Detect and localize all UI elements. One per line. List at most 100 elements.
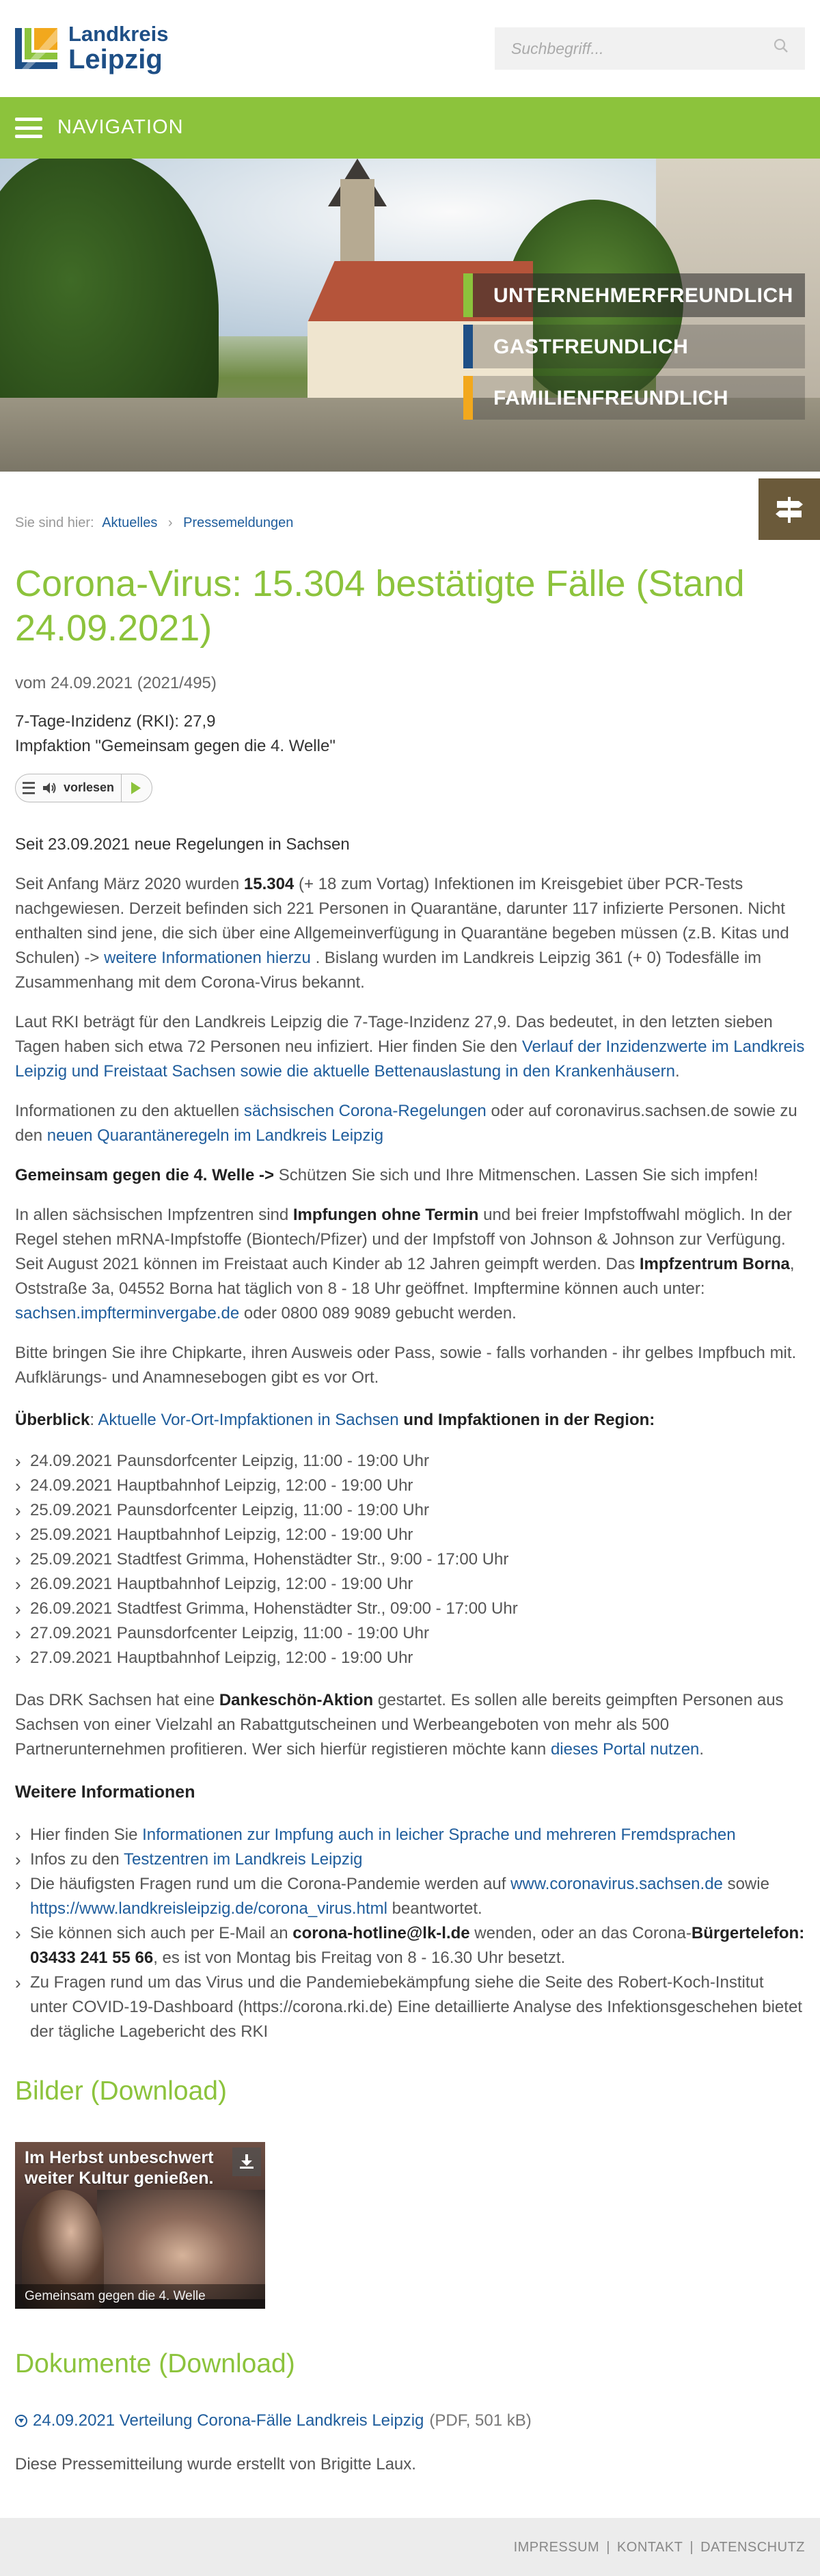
link-leichte-sprache[interactable]: Informationen zur Impfung auch in leiche… bbox=[142, 1826, 735, 1844]
i4-text-a: Sie können sich auch per E-Mail an bbox=[30, 1924, 293, 1943]
link-portal[interactable]: dieses Portal nutzen bbox=[551, 1740, 699, 1759]
download-icon[interactable] bbox=[232, 2147, 261, 2176]
navigation-bar[interactable]: NAVIGATION bbox=[0, 97, 820, 159]
i4-text-c: wenden, oder an das Corona- bbox=[469, 1924, 692, 1943]
link-quarantaeneregeln[interactable]: neuen Quarantäneregeln im Landkreis Leip… bbox=[47, 1126, 383, 1145]
impfaktionen-list: 24.09.2021 Paunsdorfcenter Leipzig, 11:0… bbox=[15, 1448, 805, 1672]
page-title: Corona-Virus: 15.304 bestätigte Fälle (S… bbox=[15, 563, 745, 649]
regeln-notice: Seit 23.09.2021 neue Regelungen in Sachs… bbox=[15, 835, 350, 854]
i3-text-c: beantwortet. bbox=[387, 1899, 482, 1919]
list-item: Die häufigsten Fragen rund um die Corona… bbox=[15, 1871, 805, 1921]
p5-bold-ohne-termin: Impfungen ohne Termin bbox=[292, 1205, 479, 1224]
footer-link-datenschutz[interactable]: DATENSCHUTZ bbox=[700, 2537, 805, 2558]
p7-colon: : bbox=[90, 1410, 98, 1429]
link-impfterminvergabe[interactable]: sachsen.impfterminvergabe.de bbox=[15, 1304, 239, 1323]
logo-wordmark: Landkreis Leipzig bbox=[68, 23, 168, 74]
breadcrumb-prefix: Sie sind hier: bbox=[15, 515, 94, 530]
paragraph-ueberblick: Überblick: Aktuelle Vor-Ort-Impfaktionen… bbox=[15, 1408, 805, 1433]
i3-text-b: sowie bbox=[722, 1875, 769, 1894]
paragraph-4-welle: Gemeinsam gegen die 4. Welle -> Schützen… bbox=[15, 1163, 805, 1188]
player-divider bbox=[121, 773, 122, 802]
main-content: Sie sind hier: Aktuelles › Pressemeldung… bbox=[0, 513, 820, 2477]
paragraph-regelungen: Informationen zu den aktuellen sächsisch… bbox=[15, 1099, 805, 1148]
lead-incidence: 7-Tage-Inzidenz (RKI): 27,9 bbox=[15, 711, 216, 731]
p5-text-a: In allen sächsischen Impfzentren sind bbox=[15, 1205, 293, 1224]
logo-line-1: Landkreis bbox=[68, 21, 169, 46]
site-header: Landkreis Leipzig bbox=[0, 0, 820, 97]
breadcrumb-link-aktuelles[interactable]: Aktuelles bbox=[102, 515, 157, 530]
link-landkreis-corona[interactable]: https://www.landkreisleipzig.de/corona_v… bbox=[30, 1899, 387, 1918]
list-item: 26.09.2021 Hauptbahnhof Leipzig, 12:00 -… bbox=[15, 1571, 805, 1598]
player-menu-icon[interactable] bbox=[23, 781, 35, 794]
hamburger-menu-icon[interactable] bbox=[15, 118, 42, 138]
logo-line-2: Leipzig bbox=[68, 44, 163, 75]
dokumente-heading: Dokumente (Download) bbox=[15, 2348, 295, 2378]
list-item: 25.09.2021 Paunsdorfcenter Leipzig, 11:0… bbox=[15, 1497, 805, 1524]
link-vor-ort-impfaktionen[interactable]: Aktuelle Vor-Ort-Impfaktionen in Sachsen bbox=[98, 1411, 398, 1429]
list-item: 27.09.2021 Hauptbahnhof Leipzig, 12:00 -… bbox=[15, 1645, 805, 1672]
download-image-card[interactable]: Im Herbst unbeschwert weiter Kultur geni… bbox=[15, 2141, 265, 2309]
list-item: 25.09.2021 Hauptbahnhof Leipzig, 12:00 -… bbox=[15, 1522, 805, 1549]
slogan-gastfreundlich[interactable]: GASTFREUNDLICH bbox=[463, 325, 805, 368]
hotline-email: corona-hotline@lk-l.de bbox=[292, 1924, 470, 1943]
logo-mark-icon bbox=[15, 24, 64, 73]
p8-text-d: . bbox=[699, 1739, 705, 1759]
link-weitere-informationen[interactable]: weitere Informationen hierzu bbox=[104, 949, 311, 967]
image-audience bbox=[97, 2189, 265, 2299]
i2-text: Infos zu den bbox=[30, 1850, 124, 1869]
breadcrumb-link-pressemeldungen[interactable]: Pressemeldungen bbox=[183, 515, 293, 530]
download-circle-icon[interactable] bbox=[15, 2415, 27, 2428]
navigation-label[interactable]: NAVIGATION bbox=[57, 113, 184, 143]
p3-text-a: Informationen zu den aktuellen bbox=[15, 1101, 244, 1120]
paragraph-inzidenz: Laut RKI beträgt für den Landkreis Leipz… bbox=[15, 1010, 805, 1084]
link-testzentren[interactable]: Testzentren im Landkreis Leipzig bbox=[124, 1850, 363, 1869]
link-coronavirus-sachsen[interactable]: www.coronavirus.sachsen.de bbox=[510, 1875, 723, 1893]
footer-separator: | bbox=[689, 2539, 694, 2555]
breadcrumb-separator: › bbox=[167, 515, 173, 530]
list-item: 25.09.2021 Stadtfest Grimma, Hohenstädte… bbox=[15, 1547, 805, 1573]
p5-text-f: oder 0800 089 9089 gebucht werden. bbox=[239, 1303, 517, 1323]
p7-bold: Überblick bbox=[15, 1410, 90, 1429]
footer-separator: | bbox=[606, 2539, 610, 2555]
i3-text-a: Die häufigsten Fragen rund um die Corona… bbox=[30, 1875, 511, 1894]
paragraph-chipkarte: Bitte bringen Sie ihre Chipkarte, ihren … bbox=[15, 1343, 797, 1387]
breadcrumb: Sie sind hier: Aktuelles › Pressemeldung… bbox=[15, 513, 805, 533]
footer-link-kontakt[interactable]: KONTAKT bbox=[617, 2537, 683, 2558]
site-logo[interactable]: Landkreis Leipzig bbox=[15, 23, 168, 74]
list-item: 24.09.2021 Paunsdorfcenter Leipzig, 11:0… bbox=[15, 1448, 805, 1475]
player-label[interactable]: vorlesen bbox=[64, 778, 114, 797]
lead-campaign: Impfaktion "Gemeinsam gegen die 4. Welle… bbox=[15, 736, 336, 755]
weitere-informationen-list: Hier finden Sie Informationen zur Impfun… bbox=[15, 1822, 805, 2044]
slogan-unternehmerfreundlich[interactable]: UNTERNEHMERFREUNDLICH bbox=[463, 273, 805, 317]
p7-bold-tail: und Impfaktionen in der Region: bbox=[398, 1410, 655, 1429]
document-meta: (PDF, 501 kB) bbox=[429, 2411, 532, 2430]
hero-banner: UNTERNEHMERFREUNDLICH GASTFREUNDLICH FAM… bbox=[0, 159, 820, 472]
document-download: 24.09.2021 Verteilung Corona-Fälle Landk… bbox=[15, 2409, 805, 2433]
p8-bold: Dankeschön-Aktion bbox=[219, 1690, 374, 1709]
p4-text: Schützen Sie sich und Ihre Mitmenschen. … bbox=[274, 1165, 758, 1184]
bilder-heading: Bilder (Download) bbox=[15, 2076, 227, 2106]
paragraph-impfzentren: In allen sächsischen Impfzentren sind Im… bbox=[15, 1203, 805, 1326]
weitere-informationen-heading: Weitere Informationen bbox=[15, 1782, 195, 1802]
list-item: Zu Fragen rund um das Virus und die Pand… bbox=[15, 1970, 805, 2044]
footer-link-impressum[interactable]: IMPRESSUM bbox=[514, 2537, 600, 2558]
site-footer: IMPRESSUM | KONTAKT | DATENSCHUTZ bbox=[0, 2518, 820, 2576]
search-input[interactable] bbox=[511, 39, 757, 58]
readspeaker-player: vorlesen bbox=[15, 773, 153, 802]
list-item: Hier finden Sie Informationen zur Impfun… bbox=[15, 1822, 805, 1849]
speaker-icon bbox=[43, 782, 56, 794]
p5-bold-borna: Impfzentrum Borna bbox=[639, 1254, 790, 1273]
list-item: 24.09.2021 Hauptbahnhof Leipzig, 12:00 -… bbox=[15, 1473, 805, 1500]
p8-text-a: Das DRK Sachsen hat eine bbox=[15, 1690, 219, 1709]
play-icon[interactable] bbox=[131, 781, 141, 794]
publish-date: vom 24.09.2021 (2021/495) bbox=[15, 673, 217, 692]
search-icon[interactable] bbox=[774, 36, 789, 61]
image-caption: Gemeinsam gegen die 4. Welle bbox=[15, 2283, 265, 2309]
link-document-pdf[interactable]: 24.09.2021 Verteilung Corona-Fälle Landk… bbox=[33, 2409, 424, 2433]
article-lead: 7-Tage-Inzidenz (RKI): 27,9 Impfaktion "… bbox=[15, 709, 805, 759]
i1-text: Hier finden Sie bbox=[30, 1826, 143, 1845]
link-corona-regelungen[interactable]: sächsischen Corona-Regelungen bbox=[244, 1102, 487, 1120]
list-item: Infos zu den Testzentren im Landkreis Le… bbox=[15, 1847, 805, 1873]
slogan-familienfreundlich[interactable]: FAMILIENFREUNDLICH bbox=[463, 376, 805, 420]
search-box bbox=[495, 27, 805, 70]
